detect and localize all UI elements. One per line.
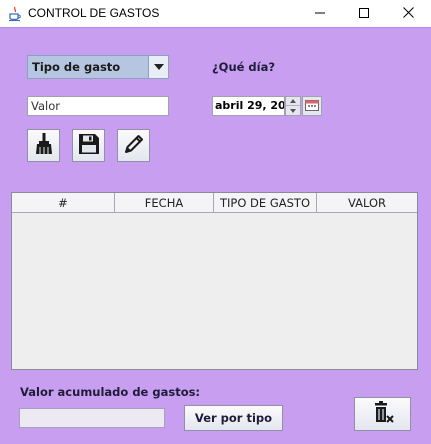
view-by-type-button[interactable]: Ver por tipo <box>184 405 283 431</box>
accumulated-value-field <box>19 408 165 428</box>
expenses-table[interactable]: # FECHA TIPO DE GASTO VALOR <box>11 192 418 370</box>
column-header-value[interactable]: VALOR <box>317 193 417 212</box>
trash-icon <box>371 400 395 428</box>
broom-icon <box>34 133 54 158</box>
floppy-disk-icon <box>78 133 100 158</box>
app-window: CONTROL DE GASTOS Tipo de gasto ¿Qué día… <box>0 0 431 444</box>
table-header: # FECHA TIPO DE GASTO VALOR <box>12 193 417 213</box>
close-button[interactable] <box>385 0 431 27</box>
expense-type-selected: Tipo de gasto <box>32 60 121 74</box>
accumulated-label: Valor acumulado de gastos: <box>20 385 201 399</box>
calendar-button[interactable] <box>302 96 322 116</box>
main-panel: Tipo de gasto ¿Qué día? Valor abril 29, … <box>0 27 431 444</box>
java-cup-icon <box>7 6 23 22</box>
minimize-icon <box>315 7 325 21</box>
chevron-down-icon[interactable] <box>148 56 168 78</box>
column-header-expense-type[interactable]: TIPO DE GASTO <box>214 193 317 212</box>
clear-button[interactable] <box>27 129 60 162</box>
caret-up-icon[interactable] <box>286 97 300 106</box>
calendar-icon <box>305 99 319 114</box>
value-input[interactable]: Valor <box>27 96 169 116</box>
maximize-button[interactable] <box>341 0 387 27</box>
minimize-button[interactable] <box>297 0 343 27</box>
delete-button[interactable] <box>354 397 411 431</box>
pencil-icon <box>123 133 145 158</box>
save-button[interactable] <box>72 129 105 162</box>
column-header-date[interactable]: FECHA <box>115 193 214 212</box>
maximize-icon <box>359 7 369 21</box>
close-icon <box>402 6 414 21</box>
edit-button[interactable] <box>117 129 150 162</box>
column-header-number[interactable]: # <box>12 193 115 212</box>
window-title: CONTROL DE GASTOS <box>28 6 160 20</box>
title-bar[interactable]: CONTROL DE GASTOS <box>0 0 431 27</box>
date-spinner[interactable] <box>285 96 301 116</box>
date-input[interactable]: abril 29, 202 <box>212 96 285 116</box>
caret-down-icon[interactable] <box>286 106 300 115</box>
day-label: ¿Qué día? <box>212 60 276 74</box>
expense-type-dropdown[interactable]: Tipo de gasto <box>27 55 169 79</box>
